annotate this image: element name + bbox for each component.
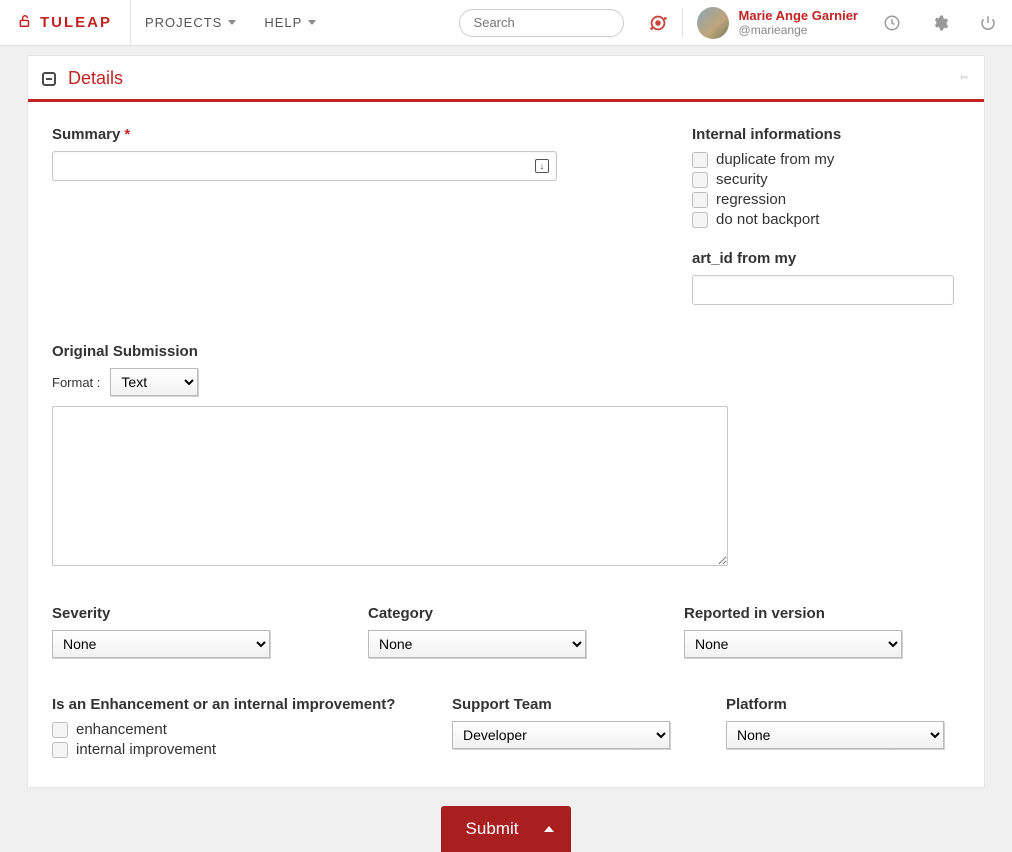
chk-duplicate[interactable]: duplicate from my xyxy=(692,151,960,168)
collapse-icon[interactable] xyxy=(42,72,56,86)
chk-enhancement[interactable]: enhancement xyxy=(52,721,412,738)
gear-icon[interactable] xyxy=(916,0,964,45)
original-submission-textarea[interactable] xyxy=(52,406,728,566)
summary-label: Summary* xyxy=(52,126,662,143)
checkbox-icon xyxy=(692,152,708,168)
submit-label: Submit xyxy=(466,819,519,839)
chevron-down-icon xyxy=(308,20,316,25)
reported-label: Reported in version xyxy=(684,605,960,622)
nav-help-label: HELP xyxy=(264,15,302,30)
chk-no-backport[interactable]: do not backport xyxy=(692,211,960,228)
submit-button[interactable]: Submit xyxy=(441,806,571,852)
platform-select[interactable]: None xyxy=(726,721,944,749)
chk-regression[interactable]: regression xyxy=(692,191,960,208)
art-id-input[interactable] xyxy=(692,275,954,305)
original-submission-label: Original Submission xyxy=(52,343,960,360)
nav-projects[interactable]: PROJECTS xyxy=(131,0,250,45)
pin-icon[interactable] xyxy=(956,69,970,88)
chk-internal-improvement[interactable]: internal improvement xyxy=(52,741,412,758)
summary-input[interactable] xyxy=(52,151,557,181)
nav-projects-label: PROJECTS xyxy=(145,15,222,30)
avatar xyxy=(697,7,729,39)
internal-info-label: Internal informations xyxy=(692,126,960,143)
chevron-down-icon xyxy=(228,20,236,25)
platform-label: Platform xyxy=(726,696,960,713)
checkbox-icon xyxy=(692,172,708,188)
search-input[interactable] xyxy=(459,9,624,37)
power-icon[interactable] xyxy=(964,0,1012,45)
chevron-up-icon xyxy=(544,826,554,832)
brand-text: TULEAP xyxy=(40,14,112,31)
autofill-icon[interactable] xyxy=(535,159,549,173)
checkbox-icon xyxy=(52,722,68,738)
category-label: Category xyxy=(368,605,644,622)
enhancement-label: Is an Enhancement or an internal improve… xyxy=(52,696,412,713)
support-team-select[interactable]: Developer xyxy=(452,721,670,749)
clock-icon[interactable] xyxy=(868,0,916,45)
severity-label: Severity xyxy=(52,605,328,622)
panel-title: Details xyxy=(68,68,123,89)
chk-label: duplicate from my xyxy=(716,151,834,168)
category-select[interactable]: None xyxy=(368,630,586,658)
reported-select[interactable]: None xyxy=(684,630,902,658)
chk-label: regression xyxy=(716,191,786,208)
checkbox-icon xyxy=(692,192,708,208)
chk-security[interactable]: security xyxy=(692,171,960,188)
unlock-icon xyxy=(18,14,32,32)
support-team-label: Support Team xyxy=(452,696,686,713)
checkbox-icon xyxy=(52,742,68,758)
format-select[interactable]: Text xyxy=(110,368,198,396)
chk-label: do not backport xyxy=(716,211,819,228)
brand[interactable]: TULEAP xyxy=(0,0,131,45)
format-label: Format : xyxy=(52,375,100,390)
user-menu[interactable]: Marie Ange Garnier @marieange xyxy=(683,0,868,45)
nav-help[interactable]: HELP xyxy=(250,0,330,45)
checkbox-icon xyxy=(692,212,708,228)
art-id-label: art_id from my xyxy=(692,250,960,267)
chk-label: internal improvement xyxy=(76,741,216,758)
user-name: Marie Ange Garnier xyxy=(739,8,858,24)
chk-label: security xyxy=(716,171,768,188)
chk-label: enhancement xyxy=(76,721,167,738)
user-handle: @marieange xyxy=(739,23,858,37)
details-panel: Details Summary* Internal xyxy=(27,55,985,788)
severity-select[interactable]: None xyxy=(52,630,270,658)
tuleap-logo-icon[interactable] xyxy=(634,0,682,45)
